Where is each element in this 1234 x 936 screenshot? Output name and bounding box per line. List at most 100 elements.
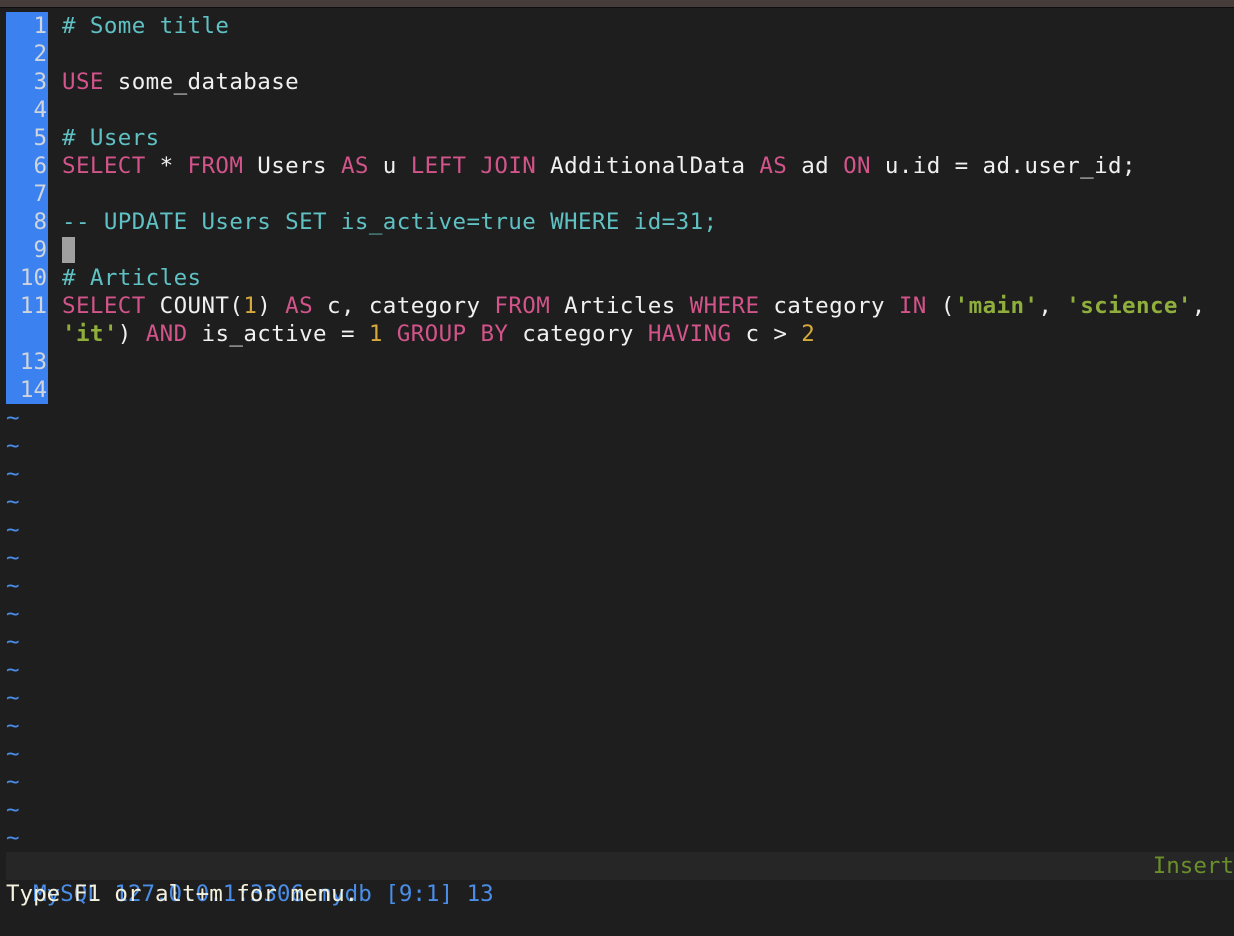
sql-keyword: GROUP BY [396, 321, 509, 347]
sql-keyword: LEFT JOIN [410, 153, 537, 179]
sql-keyword: FROM [187, 153, 244, 179]
sql-string: 'science' [1066, 293, 1192, 319]
tilde-marker: ~ [6, 461, 20, 487]
sql-keyword: SELECT [62, 293, 146, 319]
sql-identifier: ) [117, 321, 146, 347]
tilde-marker: ~ [6, 769, 20, 795]
sql-identifier: * [145, 153, 188, 179]
editor-mode: Insert [1152, 853, 1234, 879]
tilde-marker: ~ [6, 797, 20, 823]
tilde-marker: ~ [6, 433, 20, 459]
line-number: 11 [6, 292, 48, 320]
tilde-marker: ~ [6, 489, 20, 515]
line-number: 4 [6, 96, 48, 124]
line-number: 5 [6, 124, 48, 152]
sql-keyword: USE [62, 69, 104, 95]
sql-identifier: Articles [550, 293, 690, 319]
line-number: 3 [6, 68, 48, 96]
line-number [6, 320, 48, 348]
sql-identifier: Users [243, 153, 341, 179]
sql-keyword: AS [759, 153, 788, 179]
sql-identifier: category [759, 293, 899, 319]
sql-identifier: , [1191, 293, 1206, 319]
code-line[interactable]: 11 SELECT COUNT(1) AS c, category FROM Ar… [0, 292, 1234, 320]
line-number: 10 [6, 264, 48, 292]
sql-number: 1 [368, 321, 383, 347]
code-line[interactable]: 2 [0, 40, 1234, 68]
sql-identifier: some_database [103, 69, 300, 95]
empty-line: ~ [0, 684, 1234, 712]
code-line[interactable]: 13 [0, 348, 1234, 376]
tilde-marker: ~ [6, 825, 20, 851]
sql-identifier: , [1038, 293, 1067, 319]
line-number: 13 [6, 348, 48, 376]
code-line[interactable]: 4 [0, 96, 1234, 124]
empty-line: ~ [0, 656, 1234, 684]
line-number: 8 [6, 208, 48, 236]
empty-line: ~ [0, 516, 1234, 544]
sql-identifier: c, category [313, 293, 495, 319]
tilde-marker: ~ [6, 405, 20, 431]
empty-line: ~ [0, 572, 1234, 600]
window-title-bar [0, 0, 1234, 8]
tilde-marker: ~ [6, 713, 20, 739]
sql-string: 'it' [62, 321, 118, 347]
tilde-marker: ~ [6, 741, 20, 767]
sql-keyword: AND [145, 321, 188, 347]
sql-keyword: AS [340, 153, 369, 179]
sql-identifier: u [368, 153, 411, 179]
tilde-marker: ~ [6, 545, 20, 571]
sql-identifier: c > [731, 321, 802, 347]
code-line[interactable]: 1 # Some title [0, 12, 1234, 40]
sql-number: 2 [801, 321, 816, 347]
empty-line: ~ [0, 796, 1234, 824]
empty-line: ~ [0, 768, 1234, 796]
sql-comment: # Articles [62, 265, 202, 291]
code-line[interactable]: 7 [0, 180, 1234, 208]
sql-identifier: ( [926, 293, 955, 319]
line-number: 1 [6, 12, 48, 40]
empty-line: ~ [0, 740, 1234, 768]
tilde-marker: ~ [6, 657, 20, 683]
code-text: # Some title [62, 12, 229, 40]
empty-line: ~ [0, 544, 1234, 572]
line-number: 2 [6, 40, 48, 68]
text-cursor [62, 237, 75, 263]
status-bar: MySQL 127.0.0.1:3306 mydb [9:1] 13 Inser… [6, 852, 1234, 907]
line-number: 14 [6, 376, 48, 404]
line-number: 9 [6, 236, 48, 264]
sql-identifier: AdditionalData [536, 153, 760, 179]
sql-editor[interactable]: 1 # Some title 2 3 USE some_database 4 5 # User… [0, 12, 1234, 852]
code-line[interactable]: 5 # Users [0, 124, 1234, 152]
sql-keyword: HAVING [647, 321, 732, 347]
code-text: SELECT * FROM Users AS u LEFT JOIN Addit… [62, 152, 1136, 180]
code-text: # Articles [62, 264, 201, 292]
code-line[interactable]: 'it') AND is_active = 1 GROUP BY categor… [0, 320, 1234, 348]
sql-identifier: COUNT( [145, 293, 244, 319]
code-line[interactable]: 6 SELECT * FROM Users AS u LEFT JOIN Addi… [0, 152, 1234, 180]
empty-line: ~ [0, 460, 1234, 488]
sql-identifier: u.id = ad.user_id; [870, 153, 1136, 179]
empty-line: ~ [0, 488, 1234, 516]
code-line[interactable]: 3 USE some_database [0, 68, 1234, 96]
sql-keyword: IN [898, 293, 927, 319]
line-number: 6 [6, 152, 48, 180]
code-line[interactable]: 8 -- UPDATE Users SET is_active=true WHER… [0, 208, 1234, 236]
code-line[interactable]: 14 [0, 376, 1234, 404]
sql-identifier: ad [787, 153, 844, 179]
sql-keyword: FROM [494, 293, 551, 319]
empty-line: ~ [0, 600, 1234, 628]
code-text: # Users [62, 124, 160, 152]
code-line[interactable]: 10 # Articles [0, 264, 1234, 292]
sql-keyword: ON [843, 153, 871, 179]
code-text: SELECT COUNT(1) AS c, category FROM Arti… [62, 292, 1206, 320]
empty-line: ~ [0, 404, 1234, 432]
empty-line: ~ [0, 712, 1234, 740]
code-text: USE some_database [62, 68, 299, 96]
line-number: 7 [6, 180, 48, 208]
code-line[interactable]: 9 [0, 236, 1234, 264]
sql-comment: -- UPDATE Users SET is_active=true WHERE… [62, 209, 718, 235]
message-line: Type F1 or alt+m for menu. [6, 881, 359, 907]
tilde-marker: ~ [6, 629, 20, 655]
code-text: -- UPDATE Users SET is_active=true WHERE… [62, 208, 717, 236]
